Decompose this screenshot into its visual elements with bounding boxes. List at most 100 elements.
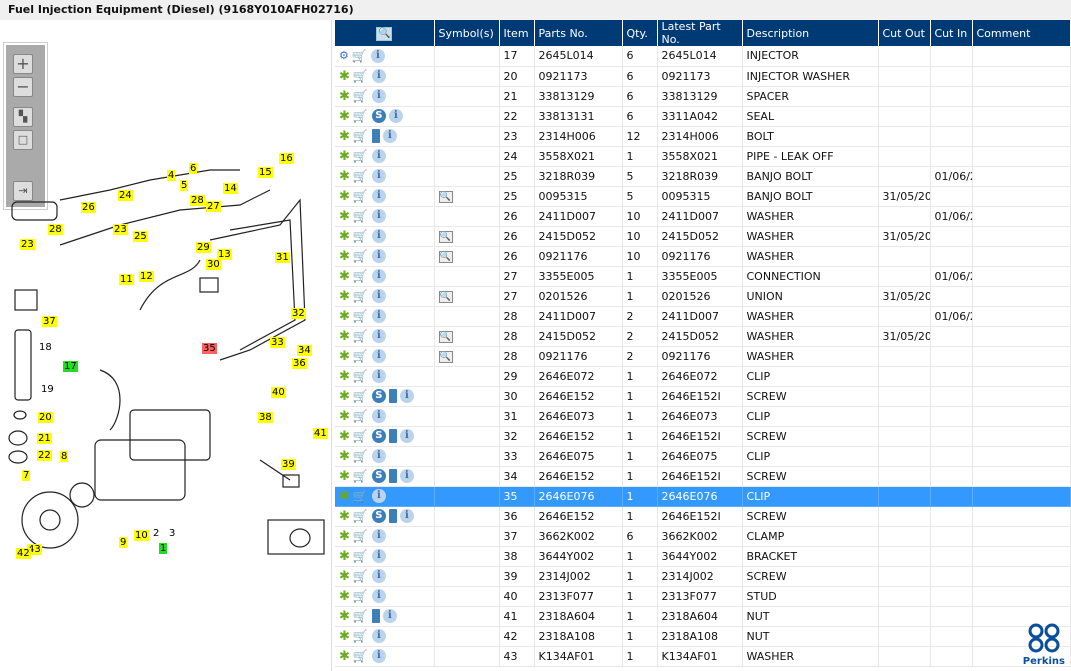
table-row[interactable]: ✱ 🛒 Si 22 33813131 6 3311A042 SEAL — [335, 106, 1071, 127]
callout-28[interactable]: 28 — [190, 195, 205, 206]
info-icon[interactable]: i — [371, 289, 386, 303]
table-row[interactable]: ✱ 🛒 Si 32 2646E152 1 2646E152I SCREW — [335, 426, 1071, 447]
gear-icon[interactable]: ✱ — [339, 290, 350, 303]
table-row[interactable]: ✱ 🛒 i 41 2318A604 1 2318A604 NUT — [335, 606, 1071, 627]
cart-icon[interactable]: 🛒 — [353, 570, 369, 582]
callout-23[interactable]: 23 — [113, 224, 128, 235]
cart-icon[interactable]: 🛒 — [353, 430, 369, 442]
exploded-diagram[interactable]: + − ▚ □ ⇥ 4 5 6 16 15 14 24 28 27 26 28 23 25 29 23 13 3… — [0, 20, 332, 671]
symbol-magnifier-icon[interactable]: 🔍 — [438, 350, 453, 363]
gear-icon[interactable]: ✱ — [339, 250, 350, 263]
info-icon[interactable]: i — [371, 329, 386, 343]
gear-icon[interactable]: ✱ — [339, 110, 350, 123]
table-row[interactable]: ✱🛒i253218R03953218R039BANJO BOLT01/06/2 — [335, 166, 1071, 187]
table-row[interactable]: ✱ 🛒 i 38 3644Y002 1 3644Y002 BRACKET — [335, 546, 1071, 567]
table-row[interactable]: ⚙ 🛒 i 17 2645L014 6 2645L014 INJECTOR — [335, 46, 1071, 67]
supersession-icon[interactable]: S — [371, 429, 386, 443]
table-row[interactable]: ✱ 🛒 i 29 2646E072 1 2646E072 CLIP — [335, 366, 1071, 387]
symbol-magnifier-icon[interactable]: 🔍 — [438, 250, 453, 263]
gear-icon[interactable]: ✱ — [339, 650, 350, 663]
info-icon[interactable]: i — [371, 529, 386, 543]
callout-33[interactable]: 33 — [270, 337, 285, 348]
multi-gear-icon[interactable]: ⚙ — [339, 49, 349, 62]
cart-icon[interactable]: 🛒 — [353, 630, 369, 642]
cart-icon[interactable]: 🛒 — [352, 50, 368, 62]
callout-25[interactable]: 25 — [133, 231, 148, 242]
info-icon[interactable]: i — [371, 229, 386, 243]
cart-icon[interactable]: 🛒 — [353, 170, 369, 182]
cart-icon[interactable]: 🛒 — [353, 470, 369, 482]
info-icon[interactable]: i — [370, 48, 385, 63]
info-icon[interactable]: i — [371, 209, 386, 223]
table-row[interactable]: ✱🛒i262411D007102411D007WASHER01/06/2 — [335, 206, 1071, 227]
cart-icon[interactable]: 🛒 — [353, 290, 369, 302]
info-icon[interactable]: i — [371, 189, 386, 203]
gear-icon[interactable]: ✱ — [339, 210, 350, 223]
callout-36[interactable]: 36 — [292, 358, 307, 369]
info-icon[interactable]: i — [371, 629, 386, 643]
table-row[interactable]: ✱ 🛒 i 🔍 28 0921176 2 0921176 WASHER — [335, 346, 1071, 367]
table-row[interactable]: ✱ 🛒 i 43 K134AF01 1 K134AF01 WASHER — [335, 646, 1071, 667]
cart-icon[interactable]: 🛒 — [353, 650, 369, 662]
table-row[interactable]: ✱ 🛒 Si 36 2646E152 1 2646E152I SCREW — [335, 506, 1071, 527]
column-header-item[interactable]: Item — [499, 20, 535, 46]
callout-12[interactable]: 12 — [139, 271, 154, 282]
info-icon[interactable]: i — [382, 129, 397, 143]
symbol-magnifier-icon[interactable]: 🔍 — [438, 190, 453, 203]
supersession-icon[interactable]: S — [371, 509, 386, 523]
cart-icon[interactable]: 🛒 — [353, 370, 369, 382]
info-icon[interactable]: i — [371, 149, 386, 163]
column-header-parts-no[interactable]: Parts No. — [534, 20, 623, 46]
table-row[interactable]: ✱ 🛒 i 23 2314H006 12 2314H006 BOLT — [335, 126, 1071, 147]
info-icon[interactable]: i — [371, 569, 386, 583]
gear-icon[interactable]: ✱ — [339, 190, 350, 203]
gear-icon[interactable]: ✱ — [339, 630, 350, 643]
table-row[interactable]: ✱🛒i273355E00513355E005CONNECTION01/06/2 — [335, 266, 1071, 287]
symbol-magnifier-icon[interactable]: 🔍 — [438, 230, 453, 243]
callout-6[interactable]: 6 — [189, 163, 198, 174]
cart-icon[interactable]: 🛒 — [353, 230, 369, 242]
gear-icon[interactable]: ✱ — [339, 470, 350, 483]
cart-icon[interactable]: 🛒 — [353, 150, 369, 162]
info-icon[interactable]: i — [371, 69, 386, 83]
table-row[interactable]: ✱ 🛒 i 33 2646E075 1 2646E075 CLIP — [335, 446, 1071, 467]
table-row[interactable]: ✱ 🛒 i 37 3662K002 6 3662K002 CLAMP — [335, 526, 1071, 547]
book-icon[interactable] — [371, 129, 380, 143]
cart-icon[interactable]: 🛒 — [353, 210, 369, 222]
info-icon[interactable]: i — [371, 349, 386, 363]
book-icon[interactable] — [371, 609, 380, 623]
info-icon[interactable]: i — [371, 89, 386, 103]
table-row[interactable]: ✱🛒i🔍25009531550095315BANJO BOLT31/05/200 — [335, 186, 1071, 207]
cart-icon[interactable]: 🛒 — [353, 490, 369, 502]
callout-34[interactable]: 34 — [297, 345, 312, 356]
callout-41[interactable]: 41 — [313, 428, 328, 439]
cart-icon[interactable]: 🛒 — [353, 190, 369, 202]
search-columns-icon[interactable]: 🔍 — [376, 26, 393, 41]
callout-37[interactable]: 37 — [42, 316, 57, 327]
column-header-qty[interactable]: Qty. — [622, 20, 658, 46]
table-row[interactable]: ✱ 🛒 Si 34 2646E152 1 2646E152I SCREW — [335, 466, 1071, 487]
table-row[interactable]: ✱ 🛒 i 35 2646E076 1 2646E076 CLIP — [335, 486, 1071, 507]
gear-icon[interactable]: ✱ — [339, 170, 350, 183]
cart-icon[interactable]: 🛒 — [353, 310, 369, 322]
cart-icon[interactable]: 🛒 — [353, 250, 369, 262]
callout-7[interactable]: 7 — [22, 470, 31, 481]
cart-icon[interactable]: 🛒 — [353, 70, 369, 82]
info-icon[interactable]: i — [382, 609, 397, 623]
cart-icon[interactable]: 🛒 — [353, 270, 369, 282]
callout-26[interactable]: 26 — [81, 202, 96, 213]
book-icon[interactable] — [388, 469, 397, 483]
gear-icon[interactable]: ✱ — [339, 310, 350, 323]
callout-23[interactable]: 23 — [20, 239, 35, 250]
cart-icon[interactable]: 🛒 — [353, 350, 369, 362]
callout-9[interactable]: 9 — [119, 537, 128, 548]
callout-38[interactable]: 38 — [258, 412, 273, 423]
cart-icon[interactable]: 🛒 — [353, 510, 369, 522]
gear-icon[interactable]: ✱ — [339, 490, 350, 503]
table-row[interactable]: ✱ 🛒 i 21 33813129 6 33813129 SPACER — [335, 86, 1071, 107]
gear-icon[interactable]: ✱ — [339, 130, 350, 143]
gear-icon[interactable]: ✱ — [339, 270, 350, 283]
callout-15[interactable]: 15 — [258, 167, 273, 178]
callout-19[interactable]: 19 — [40, 384, 55, 395]
info-icon[interactable]: i — [388, 109, 403, 123]
